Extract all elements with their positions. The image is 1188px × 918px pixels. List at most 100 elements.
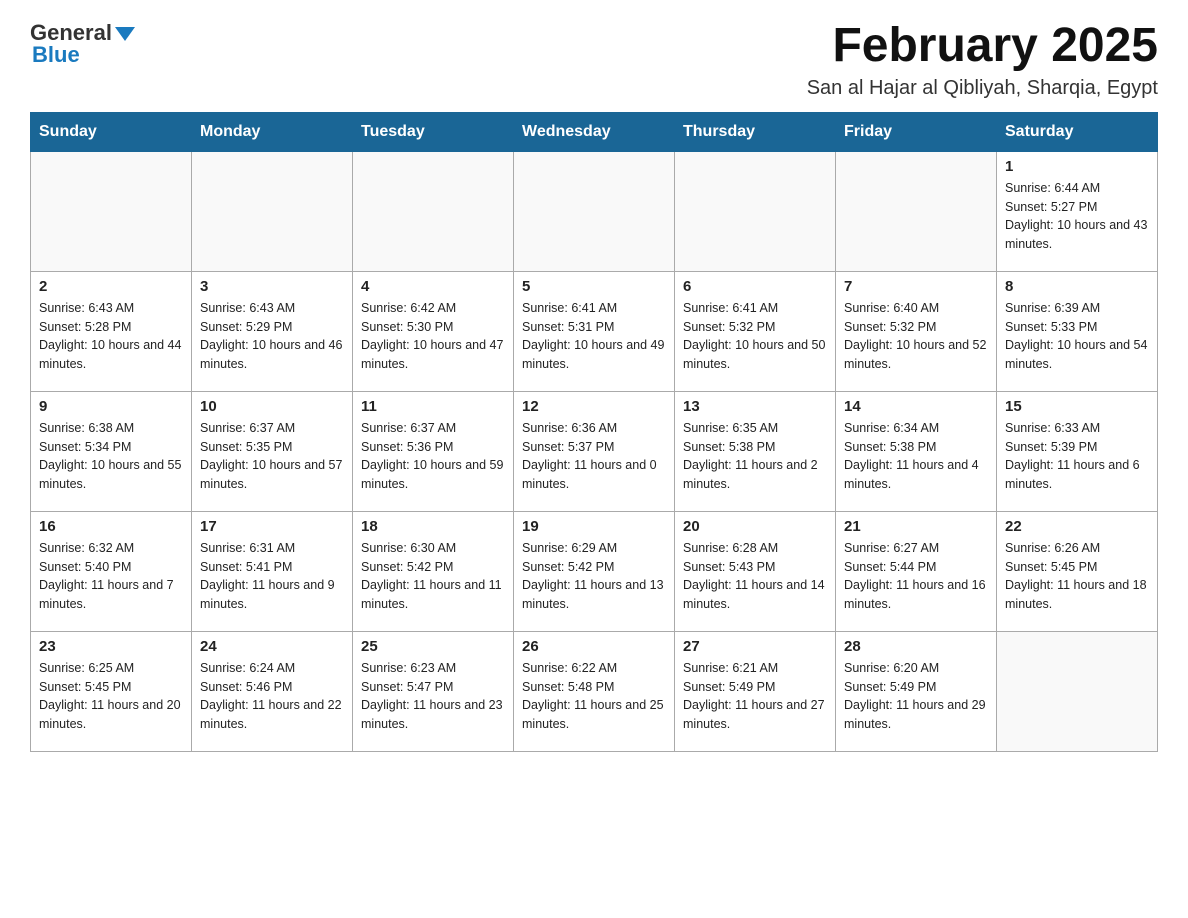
title-block: February 2025 San al Hajar al Qibliyah, … [807, 20, 1158, 100]
day-number: 3 [200, 278, 344, 295]
day-info: Sunrise: 6:34 AMSunset: 5:38 PMDaylight:… [844, 419, 988, 494]
day-info: Sunrise: 6:33 AMSunset: 5:39 PMDaylight:… [1005, 419, 1149, 494]
day-info: Sunrise: 6:30 AMSunset: 5:42 PMDaylight:… [361, 539, 505, 614]
day-number: 23 [39, 638, 183, 655]
day-number: 8 [1005, 278, 1149, 295]
logo: General Blue [30, 20, 135, 68]
calendar-header-cell: Sunday [31, 112, 192, 151]
calendar-day-cell [997, 631, 1158, 751]
day-number: 7 [844, 278, 988, 295]
page-header: General Blue February 2025 San al Hajar … [30, 20, 1158, 100]
calendar-day-cell [514, 151, 675, 271]
day-number: 6 [683, 278, 827, 295]
calendar-day-cell: 12Sunrise: 6:36 AMSunset: 5:37 PMDayligh… [514, 391, 675, 511]
day-number: 14 [844, 398, 988, 415]
calendar-header-row: SundayMondayTuesdayWednesdayThursdayFrid… [31, 112, 1158, 151]
day-info: Sunrise: 6:29 AMSunset: 5:42 PMDaylight:… [522, 539, 666, 614]
calendar-day-cell: 28 Sunrise: 6:20 AMSunset: 5:49 PMDayligh… [836, 631, 997, 751]
day-info: Sunrise: 6:37 AMSunset: 5:35 PMDaylight:… [200, 419, 344, 494]
day-number: 12 [522, 398, 666, 415]
calendar-body: 1Sunrise: 6:44 AMSunset: 5:27 PMDaylight… [31, 151, 1158, 751]
calendar-subtitle: San al Hajar al Qibliyah, Sharqia, Egypt [807, 77, 1158, 100]
day-number: 22 [1005, 518, 1149, 535]
calendar-day-cell: 17 Sunrise: 6:31 AMSunset: 5:41 PMDayligh… [192, 511, 353, 631]
calendar-day-cell: 14 Sunrise: 6:34 AMSunset: 5:38 PMDayligh… [836, 391, 997, 511]
calendar-day-cell: 16Sunrise: 6:32 AMSunset: 5:40 PMDayligh… [31, 511, 192, 631]
calendar-day-cell: 13 Sunrise: 6:35 AMSunset: 5:38 PMDayligh… [675, 391, 836, 511]
calendar-day-cell: 27 Sunrise: 6:21 AMSunset: 5:49 PMDayligh… [675, 631, 836, 751]
calendar-day-cell: 4Sunrise: 6:42 AMSunset: 5:30 PMDaylight… [353, 271, 514, 391]
calendar-title: February 2025 [807, 20, 1158, 73]
day-info: Sunrise: 6:26 AMSunset: 5:45 PMDaylight:… [1005, 539, 1149, 614]
day-info: Sunrise: 6:20 AMSunset: 5:49 PMDaylight:… [844, 659, 988, 734]
calendar-week-row: 2 Sunrise: 6:43 AMSunset: 5:28 PMDaylight… [31, 271, 1158, 391]
day-info: Sunrise: 6:39 AMSunset: 5:33 PMDaylight:… [1005, 299, 1149, 374]
calendar-day-cell: 6 Sunrise: 6:41 AMSunset: 5:32 PMDaylight… [675, 271, 836, 391]
day-info: Sunrise: 6:25 AMSunset: 5:45 PMDaylight:… [39, 659, 183, 734]
calendar-header: SundayMondayTuesdayWednesdayThursdayFrid… [31, 112, 1158, 151]
day-number: 26 [522, 638, 666, 655]
calendar-day-cell: 2 Sunrise: 6:43 AMSunset: 5:28 PMDaylight… [31, 271, 192, 391]
day-info: Sunrise: 6:37 AMSunset: 5:36 PMDaylight:… [361, 419, 505, 494]
day-info: Sunrise: 6:21 AMSunset: 5:49 PMDaylight:… [683, 659, 827, 734]
calendar-day-cell: 3 Sunrise: 6:43 AMSunset: 5:29 PMDaylight… [192, 271, 353, 391]
calendar-header-cell: Tuesday [353, 112, 514, 151]
day-number: 21 [844, 518, 988, 535]
day-info: Sunrise: 6:23 AMSunset: 5:47 PMDaylight:… [361, 659, 505, 734]
calendar-day-cell: 8 Sunrise: 6:39 AMSunset: 5:33 PMDaylight… [997, 271, 1158, 391]
day-number: 17 [200, 518, 344, 535]
day-info: Sunrise: 6:43 AMSunset: 5:29 PMDaylight:… [200, 299, 344, 374]
day-number: 1 [1005, 158, 1149, 175]
day-info: Sunrise: 6:22 AMSunset: 5:48 PMDaylight:… [522, 659, 666, 734]
calendar-header-cell: Wednesday [514, 112, 675, 151]
day-number: 5 [522, 278, 666, 295]
day-info: Sunrise: 6:28 AMSunset: 5:43 PMDaylight:… [683, 539, 827, 614]
day-number: 20 [683, 518, 827, 535]
day-number: 27 [683, 638, 827, 655]
calendar-week-row: 9 Sunrise: 6:38 AMSunset: 5:34 PMDaylight… [31, 391, 1158, 511]
day-info: Sunrise: 6:41 AMSunset: 5:32 PMDaylight:… [683, 299, 827, 374]
calendar-day-cell: 23 Sunrise: 6:25 AMSunset: 5:45 PMDayligh… [31, 631, 192, 751]
day-number: 10 [200, 398, 344, 415]
calendar-day-cell: 22 Sunrise: 6:26 AMSunset: 5:45 PMDayligh… [997, 511, 1158, 631]
calendar-day-cell: 18 Sunrise: 6:30 AMSunset: 5:42 PMDayligh… [353, 511, 514, 631]
calendar-day-cell: 15 Sunrise: 6:33 AMSunset: 5:39 PMDayligh… [997, 391, 1158, 511]
day-info: Sunrise: 6:41 AMSunset: 5:31 PMDaylight:… [522, 299, 666, 374]
calendar-day-cell [31, 151, 192, 271]
day-info: Sunrise: 6:38 AMSunset: 5:34 PMDaylight:… [39, 419, 183, 494]
calendar-header-cell: Saturday [997, 112, 1158, 151]
calendar-day-cell: 20 Sunrise: 6:28 AMSunset: 5:43 PMDayligh… [675, 511, 836, 631]
calendar-day-cell: 11Sunrise: 6:37 AMSunset: 5:36 PMDayligh… [353, 391, 514, 511]
logo-arrow-icon [115, 27, 135, 41]
logo-blue-text: Blue [32, 42, 80, 68]
calendar-day-cell: 25 Sunrise: 6:23 AMSunset: 5:47 PMDayligh… [353, 631, 514, 751]
day-number: 16 [39, 518, 183, 535]
calendar-week-row: 16Sunrise: 6:32 AMSunset: 5:40 PMDayligh… [31, 511, 1158, 631]
calendar-week-row: 1Sunrise: 6:44 AMSunset: 5:27 PMDaylight… [31, 151, 1158, 271]
calendar-day-cell [192, 151, 353, 271]
day-number: 13 [683, 398, 827, 415]
day-number: 18 [361, 518, 505, 535]
calendar-week-row: 23 Sunrise: 6:25 AMSunset: 5:45 PMDayligh… [31, 631, 1158, 751]
day-number: 9 [39, 398, 183, 415]
day-number: 28 [844, 638, 988, 655]
calendar-day-cell: 21 Sunrise: 6:27 AMSunset: 5:44 PMDayligh… [836, 511, 997, 631]
calendar-day-cell [675, 151, 836, 271]
calendar-day-cell: 10 Sunrise: 6:37 AMSunset: 5:35 PMDayligh… [192, 391, 353, 511]
day-info: Sunrise: 6:31 AMSunset: 5:41 PMDaylight:… [200, 539, 344, 614]
calendar-day-cell: 5 Sunrise: 6:41 AMSunset: 5:31 PMDaylight… [514, 271, 675, 391]
calendar-header-cell: Friday [836, 112, 997, 151]
day-number: 19 [522, 518, 666, 535]
calendar-day-cell: 1Sunrise: 6:44 AMSunset: 5:27 PMDaylight… [997, 151, 1158, 271]
calendar-table: SundayMondayTuesdayWednesdayThursdayFrid… [30, 112, 1158, 752]
day-info: Sunrise: 6:35 AMSunset: 5:38 PMDaylight:… [683, 419, 827, 494]
day-number: 25 [361, 638, 505, 655]
day-info: Sunrise: 6:43 AMSunset: 5:28 PMDaylight:… [39, 299, 183, 374]
day-number: 15 [1005, 398, 1149, 415]
day-number: 4 [361, 278, 505, 295]
calendar-day-cell: 24Sunrise: 6:24 AMSunset: 5:46 PMDayligh… [192, 631, 353, 751]
day-info: Sunrise: 6:40 AMSunset: 5:32 PMDaylight:… [844, 299, 988, 374]
day-number: 2 [39, 278, 183, 295]
day-info: Sunrise: 6:24 AMSunset: 5:46 PMDaylight:… [200, 659, 344, 734]
day-info: Sunrise: 6:27 AMSunset: 5:44 PMDaylight:… [844, 539, 988, 614]
